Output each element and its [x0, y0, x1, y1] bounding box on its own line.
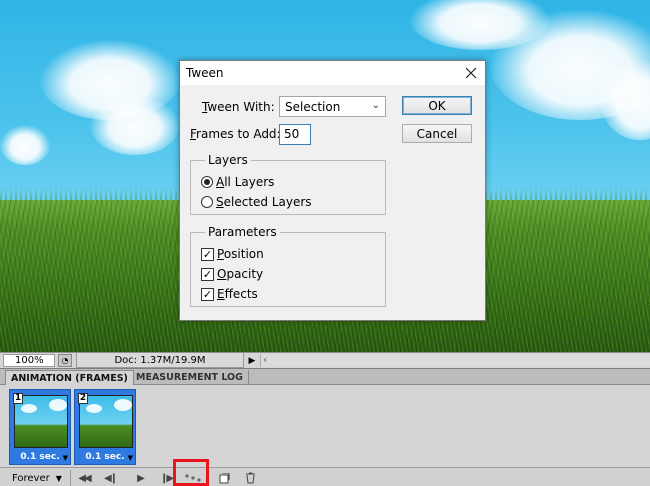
position-checkbox[interactable]: ✓ Position [201, 247, 264, 261]
document-size[interactable]: Doc: 1.37M/19.9M [76, 353, 244, 368]
close-button[interactable] [461, 63, 481, 83]
tween-with-value: Selection [285, 99, 341, 114]
loop-value: Forever [12, 472, 50, 484]
animation-frame-1[interactable]: 1 0.1 sec. ▼ [9, 389, 71, 465]
next-frame-icon: ❙▶ [159, 472, 174, 484]
tween-dialog: Tween Tween With: Selection ⌄ Frames to … [179, 60, 486, 321]
checkmark-icon: ✓ [201, 247, 214, 261]
tween-with-select[interactable]: Selection ⌄ [279, 96, 386, 117]
tab-animation-frames[interactable]: ANIMATION (FRAMES) [5, 370, 134, 385]
play-button[interactable]: ▶ [130, 471, 150, 485]
layers-group: Layers All Layers Selected Layers [190, 153, 386, 215]
duplicate-frame-button[interactable] [214, 471, 234, 485]
cancel-button[interactable]: Cancel [402, 124, 472, 143]
scroll-left-icon[interactable]: ‹ [263, 353, 267, 366]
loop-options-select[interactable]: Forever ▼ [6, 471, 66, 485]
frame-number: 1 [13, 393, 23, 404]
status-menu-arrow-icon[interactable]: ▶ [246, 354, 258, 367]
frames-to-add-input[interactable]: 50 [279, 124, 311, 145]
frame-number: 2 [78, 393, 88, 404]
selected-layers-radio[interactable]: Selected Layers [201, 195, 312, 209]
opacity-checkbox[interactable]: ✓ Opacity [201, 267, 263, 281]
radio-selected-icon [201, 176, 213, 188]
close-icon [465, 67, 477, 79]
delay-dropdown-icon[interactable]: ▼ [63, 454, 68, 462]
cloud [90, 95, 180, 155]
previous-frame-button[interactable]: ◀❙ [100, 471, 120, 485]
delay-dropdown-icon[interactable]: ▼ [128, 454, 133, 462]
delete-frame-button[interactable] [240, 471, 260, 485]
status-bar: 100% ◔ Doc: 1.37M/19.9M ▶ ‹ [0, 352, 650, 368]
tab-measurement-log[interactable]: MEASUREMENT LOG [131, 370, 249, 385]
animation-toolbar: Forever ▼ ◀◀ ◀❙ ▶ ❙▶ [0, 467, 650, 486]
chevron-down-icon: ⌄ [371, 100, 380, 111]
tween-button-highlight [173, 459, 209, 486]
animation-panel: ANIMATION (FRAMES) MEASUREMENT LOG 1 0.1… [0, 368, 650, 486]
radio-unselected-icon [201, 196, 213, 208]
layers-group-title: Layers [205, 153, 251, 167]
parameters-group-title: Parameters [205, 225, 280, 239]
animation-frame-2[interactable]: 2 0.1 sec. ▼ [74, 389, 136, 465]
frame-delay[interactable]: 0.1 sec. [75, 452, 135, 462]
zoom-menu-icon[interactable]: ◔ [58, 354, 72, 367]
frame-delay[interactable]: 0.1 sec. [10, 452, 70, 462]
all-layers-radio[interactable]: All Layers [201, 175, 274, 189]
frames-to-add-label: Frames to Add: [190, 127, 281, 141]
previous-frame-icon: ◀❙ [103, 472, 118, 484]
checkmark-icon: ✓ [201, 287, 214, 301]
dialog-titlebar: Tween [180, 61, 485, 85]
ok-button[interactable]: OK [402, 96, 472, 115]
chevron-down-icon: ▼ [55, 473, 62, 483]
cloud [0, 125, 50, 165]
new-frame-icon [219, 472, 229, 483]
first-frame-icon: ◀◀ [78, 472, 91, 484]
play-icon: ▶ [137, 472, 145, 484]
checkmark-icon: ✓ [201, 267, 214, 281]
parameters-group: Parameters ✓ Position ✓ Opacity ✓ Effect… [190, 225, 386, 307]
trash-icon [245, 472, 255, 484]
effects-checkbox[interactable]: ✓ Effects [201, 287, 258, 301]
first-frame-button[interactable]: ◀◀ [74, 471, 94, 485]
tween-with-label: Tween With: [202, 100, 275, 114]
horizontal-scrollbar[interactable] [260, 354, 650, 367]
toolbar-divider [70, 470, 71, 486]
zoom-level-input[interactable]: 100% [3, 354, 55, 367]
panel-tabbar: ANIMATION (FRAMES) MEASUREMENT LOG [0, 369, 650, 385]
dialog-title: Tween [186, 66, 224, 80]
